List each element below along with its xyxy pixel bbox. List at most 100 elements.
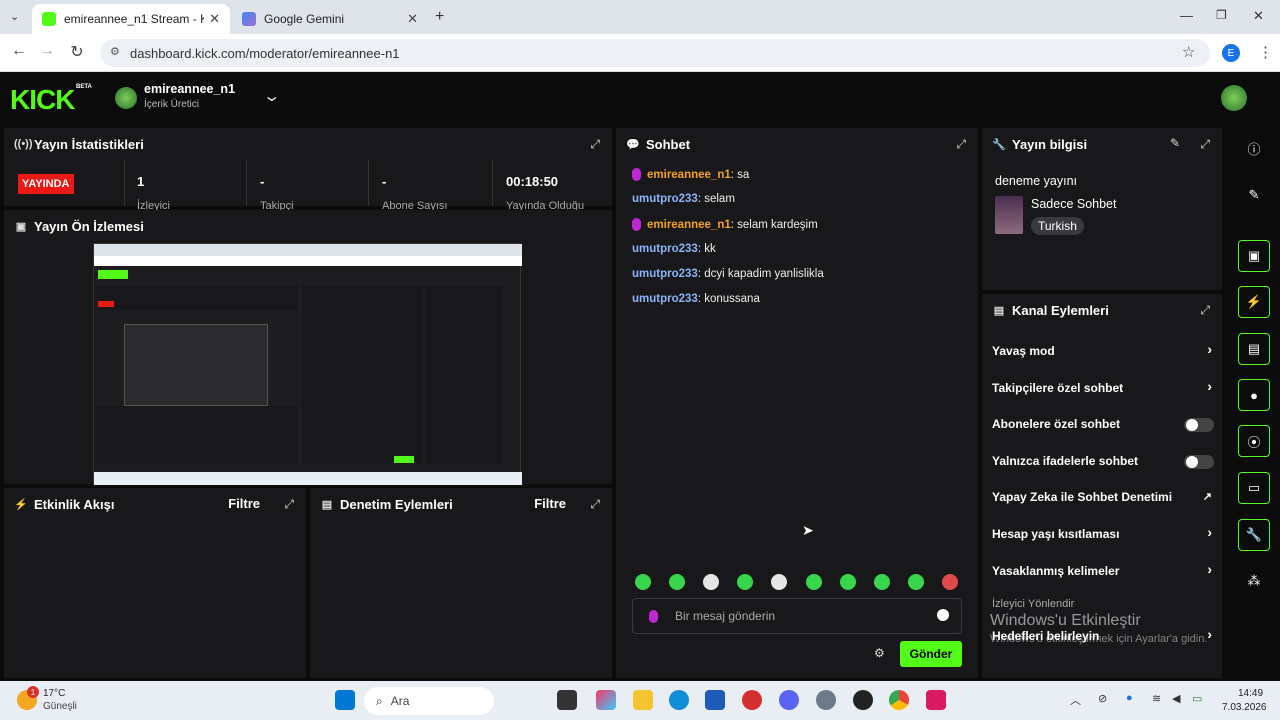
action-viewer-redirect[interactable]: İzleyici Yönlendir [992, 598, 1074, 610]
screenshot-icon[interactable]: ▣ [1238, 240, 1270, 272]
chat-settings-gear-icon[interactable]: ⚙ [874, 646, 885, 660]
forward-icon[interactable]: → [36, 42, 58, 60]
activity-filter-button[interactable]: Filtre [228, 496, 260, 511]
popout-icon[interactable]: ⤢ [590, 137, 600, 152]
divider [124, 160, 125, 206]
copilot-icon[interactable] [596, 690, 616, 710]
emote-icon[interactable] [840, 574, 856, 590]
reload-icon[interactable]: ↻ [66, 42, 88, 62]
moderation-filter-button[interactable]: Filtre [534, 496, 566, 511]
task-view-icon[interactable] [557, 690, 577, 710]
channel-switch-chevron-icon[interactable]: ⌄ [262, 86, 281, 106]
chat-message-input[interactable]: Bir mesaj gönderin [632, 598, 962, 634]
maximize-icon[interactable]: ❐ [1216, 8, 1227, 22]
close-tab-icon[interactable]: ✕ [209, 11, 220, 27]
stream-preview-video[interactable] [93, 243, 522, 485]
window-close-icon[interactable]: ✕ [1253, 8, 1264, 24]
emote-icon[interactable] [806, 574, 822, 590]
chat-username[interactable]: umutpro233 [632, 193, 698, 205]
settings-gear-icon[interactable] [816, 690, 836, 710]
chat-username[interactable]: umutpro233 [632, 293, 698, 305]
emote-icon[interactable] [771, 574, 787, 590]
emote-icon[interactable] [635, 574, 651, 590]
chat-username[interactable]: emireannee_n1 [647, 169, 731, 181]
network-off-icon[interactable]: ⊘ [1098, 692, 1107, 705]
action-subscribers-only[interactable]: Abonelere özel sohbet [982, 414, 1222, 436]
action-account-age[interactable]: Hesap yaşı kısıtlaması › [982, 524, 1222, 546]
emote-only-toggle[interactable] [1184, 455, 1214, 469]
popout-icon[interactable]: ⤢ [1200, 303, 1210, 318]
close-tab-icon[interactable]: ✕ [407, 11, 418, 27]
emote-icon[interactable] [703, 574, 719, 590]
chat-bubble-icon[interactable]: ● [1238, 379, 1270, 411]
app-icon[interactable] [742, 690, 762, 710]
popout-icon[interactable]: ⤢ [284, 497, 294, 512]
store-icon[interactable] [705, 690, 725, 710]
broadcast-icon: ((•)) [14, 138, 33, 150]
popout-icon[interactable]: ⤢ [956, 137, 966, 152]
wrench-icon[interactable]: 🔧 [1238, 519, 1270, 551]
wifi-icon[interactable]: ≋ [1152, 692, 1161, 705]
document-icon[interactable]: ▤ [1238, 333, 1270, 365]
popout-icon[interactable]: ⤢ [590, 497, 600, 512]
chat-username[interactable]: emireannee_n1 [647, 219, 731, 231]
emote-icon[interactable] [874, 574, 890, 590]
back-icon[interactable]: ← [8, 42, 30, 60]
edit-pencil-icon[interactable]: ✎ [1238, 179, 1270, 211]
chat-username[interactable]: umutpro233 [632, 243, 698, 255]
windows-start-icon[interactable] [335, 690, 355, 710]
tab-list-chevron-icon[interactable]: ⌄ [10, 10, 19, 23]
action-slow-mode[interactable]: Yavaş mod › [982, 341, 1222, 363]
divider [246, 160, 247, 206]
tab-kick-dashboard[interactable]: emireannee_n1 Stream - Kick D ✕ [32, 4, 230, 34]
send-button[interactable]: Gönder [900, 641, 962, 667]
tab-gemini[interactable]: Google Gemini ✕ [232, 4, 428, 34]
url-field[interactable]: ⚙ dashboard.kick.com/moderator/emireanne… [100, 39, 1210, 67]
emote-icon[interactable] [908, 574, 924, 590]
emote-icon[interactable] [942, 574, 958, 590]
volume-icon[interactable]: ◀ [1172, 692, 1180, 705]
bookmark-star-icon[interactable]: ☆ [1182, 43, 1195, 61]
microphone-icon[interactable]: ● [1126, 692, 1133, 704]
chat-username[interactable]: umutpro233 [632, 268, 698, 280]
new-tab-icon[interactable]: + [435, 8, 444, 26]
edit-pencil-icon[interactable]: ✎ [1170, 136, 1180, 150]
site-info-icon[interactable]: ⚙ [110, 45, 120, 58]
subscribers-only-toggle[interactable] [1184, 418, 1214, 432]
user-avatar[interactable] [1221, 85, 1247, 111]
video-icon[interactable]: ▭ [1238, 472, 1270, 504]
preview-icon: ▣ [15, 220, 27, 233]
action-emote-only[interactable]: Yalnızca ifadelerle sohbet [982, 451, 1222, 473]
obs-icon[interactable] [853, 690, 873, 710]
browser-menu-icon[interactable]: ⋮ [1258, 43, 1273, 61]
url-text: dashboard.kick.com/moderator/emireannee-… [130, 45, 400, 61]
chrome-icon[interactable] [889, 690, 909, 710]
app-icon[interactable] [926, 690, 946, 710]
emote-icon[interactable] [669, 574, 685, 590]
action-followers-only[interactable]: Takipçilere özel sohbet › [982, 378, 1222, 400]
popout-icon[interactable]: ⤢ [1200, 137, 1210, 152]
document-icon: ▤ [321, 498, 333, 511]
tray-chevron-icon[interactable]: ︿ [1070, 692, 1081, 708]
emote-icon[interactable] [737, 574, 753, 590]
clock-time[interactable]: 14:49 [1238, 688, 1263, 699]
action-ai-moderation[interactable]: Yapay Zeka ile Sohbet Denetimi ↗ [982, 487, 1222, 509]
action-banned-words[interactable]: Yasaklanmış kelimeler › [982, 561, 1222, 583]
profile-avatar[interactable]: E [1222, 44, 1240, 62]
info-icon[interactable]: ⓘ [1238, 132, 1270, 164]
clock-date[interactable]: 7.03.2026 [1222, 702, 1267, 713]
edge-icon[interactable] [669, 690, 689, 710]
taskbar-search[interactable]: ⌕ Ara [364, 687, 494, 715]
beta-badge: BETA [76, 84, 92, 90]
bolt-icon[interactable]: ⚡ [1238, 286, 1270, 318]
minimize-icon[interactable]: — [1180, 8, 1193, 23]
battery-icon[interactable]: ▭ [1192, 692, 1202, 705]
file-explorer-icon[interactable] [633, 690, 653, 710]
kick-logo[interactable]: KICK [10, 84, 75, 116]
emoji-icon[interactable] [937, 609, 949, 621]
discord-icon[interactable] [779, 690, 799, 710]
broadcast-icon[interactable]: ⦿ [1238, 425, 1270, 457]
nodes-icon[interactable]: ⁂ [1238, 565, 1270, 597]
chat-text: : konussana [697, 293, 760, 305]
chat-text: : dcyi kapadim yanlislikla [697, 268, 824, 280]
